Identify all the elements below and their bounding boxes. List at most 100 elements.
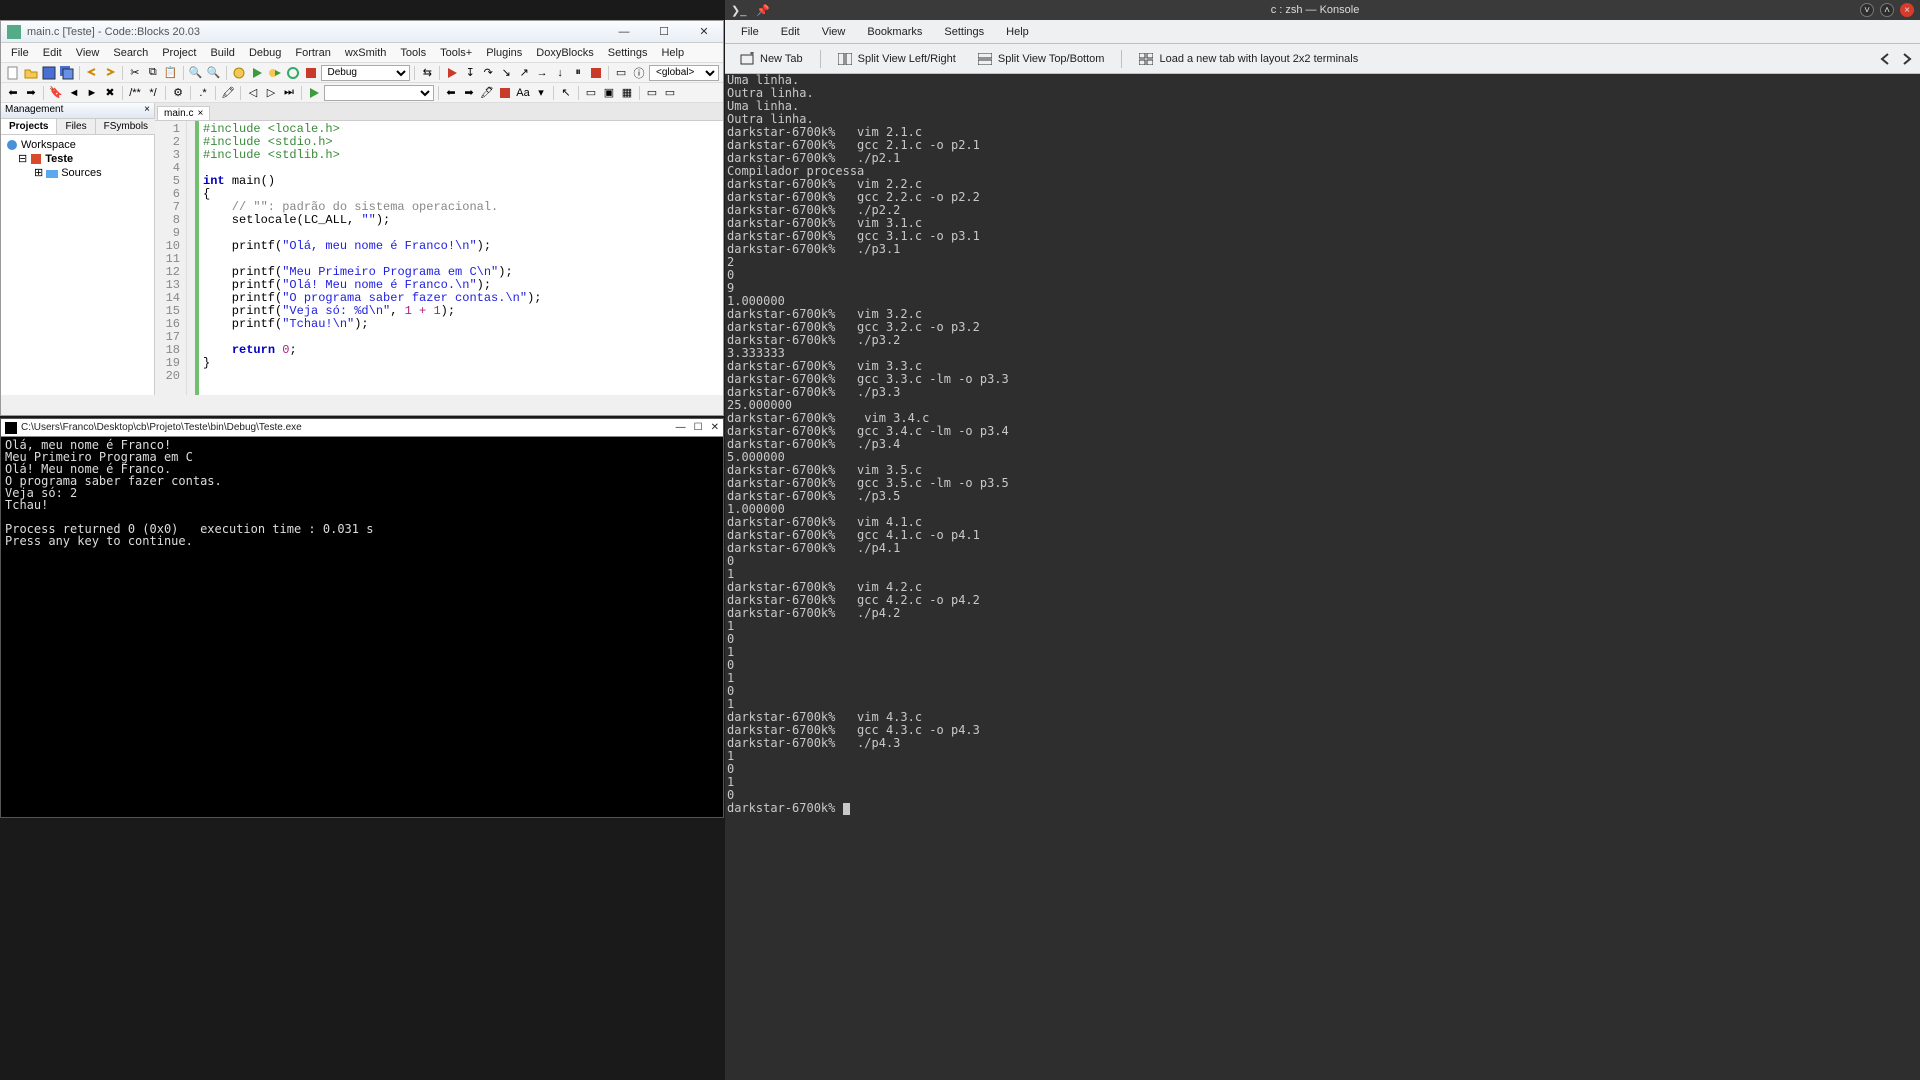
find-icon[interactable]: 🔍 xyxy=(188,65,204,81)
diff-next-icon[interactable]: ➡ xyxy=(461,85,477,101)
bookmark-prev-icon[interactable]: ◄ xyxy=(66,85,82,101)
konsole-menu-edit[interactable]: Edit xyxy=(771,23,810,41)
break-icon[interactable]: ⏸ xyxy=(570,65,586,81)
close-button[interactable]: ✕ xyxy=(691,24,717,40)
undo-icon[interactable] xyxy=(84,65,100,81)
toggle-source-header-icon[interactable]: ⇆ xyxy=(419,65,435,81)
codeblocks-titlebar[interactable]: main.c [Teste] - Code::Blocks 20.03 — ☐ … xyxy=(1,21,723,43)
console-maximize-button[interactable]: ☐ xyxy=(694,422,703,433)
bookmark-next-icon[interactable]: ► xyxy=(84,85,100,101)
editor-tab-main-c[interactable]: main.c × xyxy=(157,106,210,120)
new-file-icon[interactable] xyxy=(5,65,21,81)
menu-build[interactable]: Build xyxy=(204,45,240,61)
highlighter-icon[interactable]: 🖊 xyxy=(479,85,495,101)
terminal-output[interactable]: Uma linha. Outra linha. Uma linha. Outra… xyxy=(725,74,1920,1080)
konsole-close-button[interactable]: × xyxy=(1900,3,1914,17)
autowrap-icon[interactable]: /** xyxy=(127,85,143,101)
regex-toggle-icon[interactable]: .* xyxy=(195,85,211,101)
dropdown-icon[interactable]: ▾ xyxy=(533,85,549,101)
konsole-menu-bookmarks[interactable]: Bookmarks xyxy=(857,23,932,41)
step-into-instr-icon[interactable]: ↓ xyxy=(552,65,568,81)
code-text[interactable]: #include <locale.h>#include <stdio.h>#in… xyxy=(195,121,545,395)
expander-icon[interactable]: ⊟ xyxy=(18,152,27,166)
abort-icon[interactable] xyxy=(303,65,319,81)
linecomment-icon[interactable]: */ xyxy=(145,85,161,101)
console-titlebar[interactable]: C:\Users\Franco\Desktop\cb\Projeto\Teste… xyxy=(1,419,723,437)
next-func-icon[interactable]: ▷ xyxy=(263,85,279,101)
expander-icon[interactable]: ⊞ xyxy=(34,166,43,180)
ptr-icon[interactable]: ↖ xyxy=(558,85,574,101)
panel-close-icon[interactable]: × xyxy=(144,104,150,117)
menu-edit[interactable]: Edit xyxy=(37,45,68,61)
pin-icon[interactable]: 📌 xyxy=(756,4,770,17)
back-icon[interactable]: ⬅ xyxy=(5,85,21,101)
stop-debug-icon[interactable] xyxy=(588,65,604,81)
paste-icon[interactable]: 📋 xyxy=(163,65,179,81)
split-left-right-button[interactable]: Split View Left/Right xyxy=(829,49,965,69)
box2-icon[interactable]: ▣ xyxy=(601,85,617,101)
next-line-icon[interactable]: ↷ xyxy=(480,65,496,81)
konsole-menu-view[interactable]: View xyxy=(812,23,856,41)
build-icon[interactable] xyxy=(231,65,247,81)
console-minimize-button[interactable]: — xyxy=(676,422,686,433)
rebuild-icon[interactable] xyxy=(285,65,301,81)
konsole-menu-help[interactable]: Help xyxy=(996,23,1039,41)
konsole-menu-file[interactable]: File xyxy=(731,23,769,41)
tree-folder[interactable]: ⊞ Sources xyxy=(4,166,151,180)
code-editor[interactable]: 1234567891011121314151617181920 #include… xyxy=(155,121,723,395)
compiler-select[interactable] xyxy=(324,85,434,101)
open-icon[interactable] xyxy=(23,65,39,81)
run-to-cursor-icon[interactable]: ↧ xyxy=(462,65,478,81)
menu-debug[interactable]: Debug xyxy=(243,45,287,61)
menu-wxsmith[interactable]: wxSmith xyxy=(339,45,393,61)
next-instr-icon[interactable]: → xyxy=(534,65,550,81)
console-close-button[interactable]: ✕ xyxy=(711,422,719,433)
menu-project[interactable]: Project xyxy=(156,45,202,61)
replace-icon[interactable]: 🔍 xyxy=(206,65,222,81)
diff-prev-icon[interactable]: ⬅ xyxy=(443,85,459,101)
menu-fortran[interactable]: Fortran xyxy=(289,45,336,61)
step-into-icon[interactable]: ↘ xyxy=(498,65,514,81)
project-tree[interactable]: Workspace ⊟ Teste ⊞ Sources xyxy=(1,135,154,183)
mgmt-tab-projects[interactable]: Projects xyxy=(1,119,57,134)
menu-help[interactable]: Help xyxy=(655,45,690,61)
menu-tools+[interactable]: Tools+ xyxy=(434,45,478,61)
menu-tools[interactable]: Tools xyxy=(394,45,432,61)
menu-doxyblocks[interactable]: DoxyBlocks xyxy=(530,45,599,61)
new-tab-button[interactable]: New Tab xyxy=(731,48,812,70)
step-out-icon[interactable]: ↗ xyxy=(516,65,532,81)
konsole-minimize-button[interactable]: ˅ xyxy=(1860,3,1874,17)
mgmt-tab-fsymbols[interactable]: FSymbols xyxy=(96,119,157,134)
build-target-select[interactable]: Debug xyxy=(321,65,411,81)
last-func-icon[interactable]: ⏭ xyxy=(281,85,297,101)
forward-icon[interactable]: ➡ xyxy=(23,85,39,101)
tab-close-icon[interactable]: × xyxy=(197,108,203,119)
highlight-icon[interactable]: 🖍 xyxy=(220,85,236,101)
debug-run-icon[interactable] xyxy=(444,65,460,81)
info-icon[interactable]: ⓘ xyxy=(631,65,647,81)
mgmt-tab-files[interactable]: Files xyxy=(57,119,95,134)
dox-run-icon[interactable]: ⚙ xyxy=(170,85,186,101)
save-all-icon[interactable] xyxy=(59,65,75,81)
debug-windows-icon[interactable]: ▭ xyxy=(613,65,629,81)
box5-icon[interactable]: ▭ xyxy=(662,85,678,101)
nav-back-icon[interactable] xyxy=(1878,52,1892,66)
box1-icon[interactable]: ▭ xyxy=(583,85,599,101)
bookmark-clear-icon[interactable]: ✖ xyxy=(102,85,118,101)
bookmark-toggle-icon[interactable]: 🔖 xyxy=(48,85,64,101)
split-top-bottom-button[interactable]: Split View Top/Bottom xyxy=(969,49,1114,69)
menu-search[interactable]: Search xyxy=(107,45,154,61)
menu-settings[interactable]: Settings xyxy=(602,45,654,61)
menu-plugins[interactable]: Plugins xyxy=(480,45,528,61)
cut-icon[interactable]: ✂ xyxy=(127,65,143,81)
menu-file[interactable]: File xyxy=(5,45,35,61)
copy-icon[interactable]: ⧉ xyxy=(145,65,161,81)
box3-icon[interactable]: ▦ xyxy=(619,85,635,101)
load-2x2-layout-button[interactable]: Load a new tab with layout 2x2 terminals xyxy=(1130,49,1367,69)
run-target-icon[interactable] xyxy=(306,85,322,101)
minimize-button[interactable]: — xyxy=(611,24,637,40)
maximize-button[interactable]: ☐ xyxy=(651,24,677,40)
tree-workspace[interactable]: Workspace xyxy=(4,138,151,152)
build-and-run-icon[interactable] xyxy=(267,65,283,81)
scope-select[interactable]: <global> xyxy=(649,65,719,81)
